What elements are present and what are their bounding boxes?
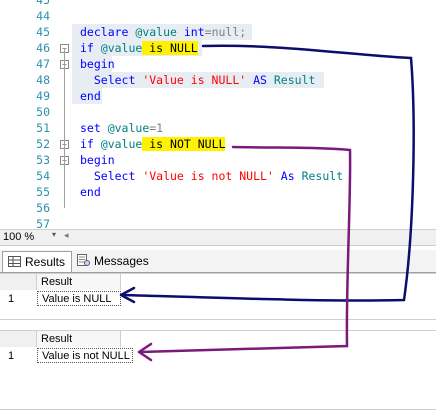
annotation-arrows <box>119 44 415 362</box>
arrow-is-null <box>120 44 415 302</box>
arrow-is-not-null <box>138 145 352 354</box>
